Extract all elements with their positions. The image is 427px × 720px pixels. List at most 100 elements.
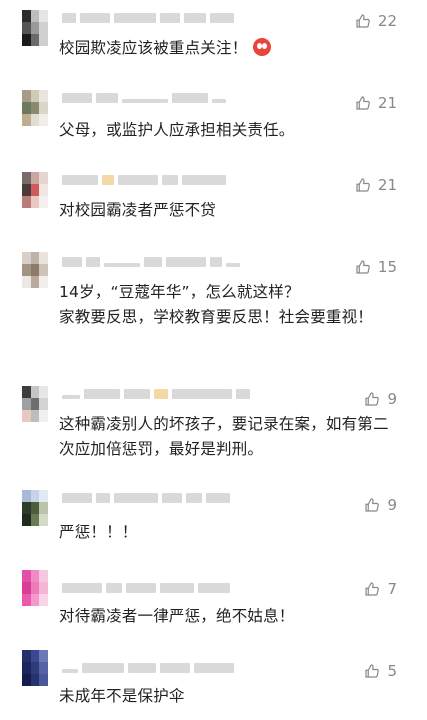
avatar-pixel [30,22,40,34]
avatar-pixel [39,172,48,184]
avatar-pixel [30,490,40,502]
avatar-pixel [30,674,40,686]
avatar-pixel [39,514,48,526]
avatar-pixel [30,196,40,208]
like-count: 15 [377,258,397,276]
avatar-pixel [39,184,48,196]
avatar-pixel [39,10,48,22]
like-count: 5 [387,662,397,680]
avatar[interactable] [22,490,48,526]
avatar-pixel [22,410,31,422]
like-count: 9 [387,390,397,408]
avatar-pixel [22,570,31,582]
avatar-pixel [30,514,40,526]
avatar-pixel [39,502,48,514]
comment-text: 校园欺凌应该被重点关注！ [59,36,399,61]
avatar-pixel [22,102,31,114]
comment-text: 父母，或监护人应承担相关责任。 [59,121,295,139]
avatar[interactable] [22,570,48,606]
username-blurred[interactable] [62,582,230,594]
like-button[interactable]: 21 [354,94,397,112]
thumbs-up-icon [356,96,370,110]
comment-text: 对待霸凌者一律严惩，绝不姑息！ [59,607,295,625]
avatar[interactable] [22,90,48,126]
avatar-pixel [39,102,48,114]
thumbs-up-icon [365,392,380,406]
username-blurred[interactable] [62,174,226,186]
avatar-pixel [39,34,48,46]
avatar-pixel [30,264,40,276]
avatar-pixel [22,114,31,126]
avatar[interactable] [22,650,48,686]
comment-text: 未成年不是保护伞 [59,687,185,705]
avatar-pixel [39,410,48,422]
avatar-pixel [22,582,31,594]
like-count: 9 [387,496,397,514]
avatar-pixel [30,570,40,582]
avatar-pixel [30,386,40,398]
avatar-pixel [30,650,40,662]
avatar-pixel [30,114,40,126]
thumbs-up-icon [356,178,370,192]
avatar-pixel [30,90,40,102]
avatar-pixel [22,276,31,288]
avatar-pixel [22,514,31,526]
comment-text: 对校园霸凌者严惩不贷 [59,201,217,219]
avatar-pixel [30,276,40,288]
avatar-pixel [30,102,40,114]
avatar-pixel [39,570,48,582]
username-blurred[interactable] [62,12,234,24]
avatar-pixel [30,582,40,594]
avatar-pixel [22,10,31,22]
username-blurred[interactable] [62,662,234,674]
like-button[interactable]: 15 [354,258,397,276]
avatar-pixel [22,90,31,102]
avatar-pixel [30,184,40,196]
like-button[interactable]: 22 [354,12,397,30]
username-blurred[interactable] [62,256,240,268]
avatar[interactable] [22,252,48,288]
avatar-pixel [30,398,40,410]
avatar[interactable] [22,386,48,422]
avatar-pixel [30,502,40,514]
avatar-pixel [22,172,31,184]
avatar-pixel [22,264,31,276]
avatar-pixel [22,490,31,502]
avatar-pixel [39,276,48,288]
avatar-pixel [22,386,31,398]
thumbs-up-icon [356,260,370,274]
username-blurred[interactable] [62,92,226,104]
avatar-pixel [30,662,40,674]
avatar-pixel [30,252,40,264]
avatar-pixel [22,22,31,34]
like-count: 7 [387,580,397,598]
like-button[interactable]: 5 [363,662,397,680]
username-blurred[interactable] [62,492,230,504]
avatar-pixel [39,490,48,502]
avatar-pixel [30,410,40,422]
like-button[interactable]: 9 [363,390,397,408]
avatar[interactable] [22,10,48,46]
comment-text: 严惩！！！ [59,523,138,541]
username-blurred[interactable] [62,388,250,400]
like-button[interactable]: 9 [363,496,397,514]
avatar-pixel [39,582,48,594]
avatar-pixel [39,22,48,34]
avatar-pixel [39,650,48,662]
comment-text: 这种霸凌别人的坏孩子，要记录在案，如有第二次应加倍惩罚，最好是判刑。 [59,415,389,458]
angry-face-icon [253,38,272,56]
avatar-pixel [30,10,40,22]
avatar-pixel [22,662,31,674]
thumbs-up-icon [365,582,380,596]
avatar-pixel [22,502,31,514]
comment-text: 14岁，“豆蔻年华”，怎么就这样？ 家教要反思，学校教育要反思！社会要重视！ [59,283,374,326]
avatar-pixel [39,594,48,606]
avatar-pixel [22,398,31,410]
avatar-pixel [22,196,31,208]
avatar[interactable] [22,172,48,208]
avatar-pixel [22,184,31,196]
like-button[interactable]: 7 [363,580,397,598]
like-button[interactable]: 21 [354,176,397,194]
thumbs-up-icon [356,14,370,28]
thumbs-up-icon [365,664,380,678]
